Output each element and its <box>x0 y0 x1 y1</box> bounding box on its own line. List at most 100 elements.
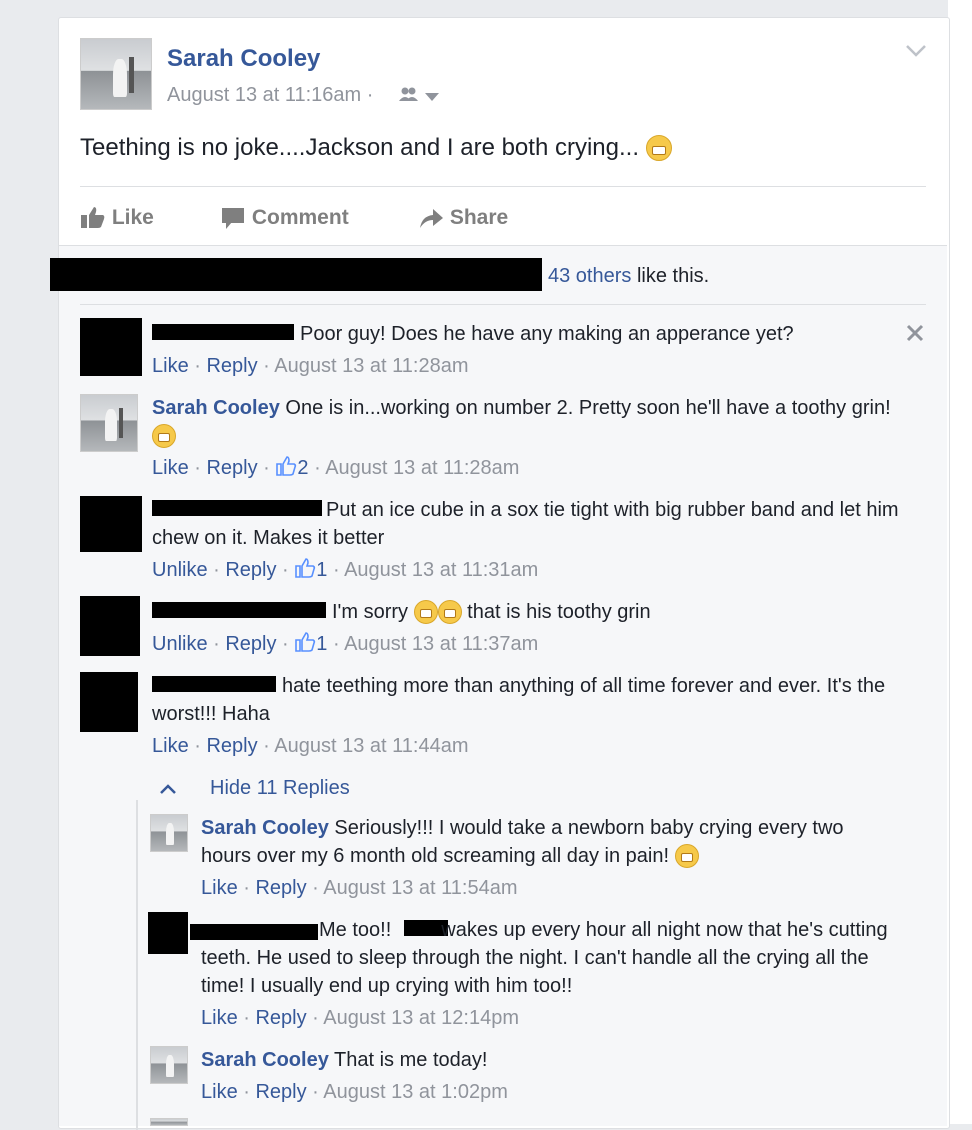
replies-thread-line <box>136 800 138 1130</box>
comment-time[interactable]: August 13 at 11:37am <box>344 633 538 655</box>
post-dot: · <box>366 84 374 106</box>
thumbs-up-outline-icon <box>276 456 297 476</box>
hide-replies-link[interactable]: Hide 11 Replies <box>210 774 350 802</box>
comment-like-count[interactable]: 1 <box>316 633 327 655</box>
comment-time[interactable]: August 13 at 11:31am <box>344 559 538 581</box>
commenter-avatar[interactable] <box>80 394 138 452</box>
post-divider <box>80 186 926 187</box>
reply-avatar[interactable] <box>150 814 188 852</box>
thumbs-up-icon <box>81 207 105 228</box>
share-action-button[interactable]: Share <box>418 204 508 232</box>
post-text: Teething is no joke....Jackson and I are… <box>80 132 672 164</box>
reply-meta: Like · Reply · August 13 at 11:54am <box>201 877 518 899</box>
reply-text: Me too!! <box>319 919 392 941</box>
chevron-up-icon[interactable] <box>158 782 178 796</box>
likes-divider <box>80 304 926 305</box>
share-arrow-icon <box>420 209 443 228</box>
comment-like-link[interactable]: Like <box>152 735 189 757</box>
reply-text: That is me today! <box>334 1049 488 1071</box>
comment-reply-link[interactable]: Reply <box>206 735 257 757</box>
commenter-avatar[interactable] <box>80 318 142 376</box>
post-timestamp[interactable]: August 13 at 11:16am · <box>167 82 373 108</box>
reply-body: Me too!! wakes up every hour all night no… <box>201 916 901 1000</box>
reply-avatar[interactable] <box>148 912 188 954</box>
crying-face-icon <box>645 135 672 161</box>
comment-like-link[interactable]: Like <box>152 355 189 377</box>
close-icon[interactable] <box>906 324 924 342</box>
commenter-avatar[interactable] <box>80 496 142 552</box>
reply-author-name[interactable]: Sarah Cooley <box>201 1049 329 1071</box>
comment-unlike-link[interactable]: Unlike <box>152 633 208 655</box>
comment-like-link[interactable]: Like <box>152 457 189 479</box>
page-right-edge <box>948 0 972 1124</box>
share-label[interactable]: Share <box>450 206 508 229</box>
reply-like-link[interactable]: Like <box>201 1007 238 1029</box>
grinning-face-icon <box>437 600 462 624</box>
post-message: Teething is no joke....Jackson and I are… <box>80 134 639 161</box>
reply-text-continued: wakes up every hour all night now that h… <box>201 919 888 997</box>
reply-time[interactable]: August 13 at 11:54am <box>323 877 517 899</box>
reply-avatar[interactable] <box>150 1046 188 1084</box>
comment-meta: Unlike · Reply · 1 · August 13 at 11:31a… <box>152 558 539 581</box>
commenter-name[interactable]: Sarah Cooley <box>152 397 280 419</box>
comment-meta: Unlike · Reply · 1 · August 13 at 11:37a… <box>152 632 539 655</box>
comment-reply-link[interactable]: Reply <box>225 559 276 581</box>
like-action-button[interactable]: Like <box>80 204 154 232</box>
comment-body: Sarah Cooley One is in...working on numb… <box>152 394 912 450</box>
comment-like-count[interactable]: 2 <box>297 457 308 479</box>
comment-reply-link[interactable]: Reply <box>206 355 257 377</box>
like-label[interactable]: Like <box>112 206 154 229</box>
comment-meta: Like · Reply · August 13 at 11:28am <box>152 355 469 377</box>
comment-text: I'm sorry <box>332 601 409 623</box>
reply-meta: Like · Reply · August 13 at 1:02pm <box>201 1081 508 1103</box>
comment-label[interactable]: Comment <box>252 206 349 229</box>
reply-time[interactable]: August 13 at 1:02pm <box>323 1081 508 1103</box>
comment-text: One is in...working on number 2. Pretty … <box>285 397 891 419</box>
audience-friends-icon[interactable] <box>398 86 442 104</box>
comment-meta: Like · Reply · August 13 at 11:44am <box>152 735 469 757</box>
reply-like-link[interactable]: Like <box>201 877 238 899</box>
thumbs-up-outline-icon <box>295 558 316 578</box>
reply-meta: Like · Reply · August 13 at 12:14pm <box>201 1007 519 1029</box>
reply-reply-link[interactable]: Reply <box>255 1007 306 1029</box>
commenter-name[interactable] <box>152 324 294 340</box>
comment-body: I'm sorry that is his toothy grin <box>332 598 651 626</box>
comment-like-count[interactable]: 1 <box>316 559 327 581</box>
likes-others-link[interactable]: 43 others <box>548 265 631 287</box>
likes-summary: 43 others like this. <box>548 262 709 290</box>
comment-time[interactable]: August 13 at 11:44am <box>274 735 468 757</box>
comment-time[interactable]: August 13 at 11:28am <box>325 457 519 479</box>
reply-reply-link[interactable]: Reply <box>255 877 306 899</box>
commenter-name[interactable] <box>152 602 326 618</box>
likes-suffix: like this. <box>636 265 710 287</box>
post-time[interactable]: August 13 at 11:16am <box>167 84 361 106</box>
reply-body: Sarah Cooley Seriously!!! I would take a… <box>201 814 881 870</box>
reply-reply-link[interactable]: Reply <box>255 1081 306 1103</box>
comment-bubble-icon <box>222 208 244 229</box>
crying-face-icon <box>674 844 699 868</box>
comment-meta: Like · Reply · 2 · August 13 at 11:28am <box>152 456 520 479</box>
redacted-liker-names <box>50 258 542 291</box>
comment-unlike-link[interactable]: Unlike <box>152 559 208 581</box>
reply-like-link[interactable]: Like <box>201 1081 238 1103</box>
grinning-face-icon <box>152 424 176 448</box>
post-author-name[interactable]: Sarah Cooley <box>167 44 320 74</box>
commenter-avatar[interactable] <box>80 672 138 732</box>
comment-action-button[interactable]: Comment <box>220 204 349 232</box>
reply-author-name[interactable]: Sarah Cooley <box>201 817 329 839</box>
thumbs-up-outline-icon <box>295 632 316 652</box>
comment-text-continued: that is his toothy grin <box>467 601 651 623</box>
comment-text: hate teething more than anything of all … <box>152 675 886 725</box>
reply-avatar[interactable] <box>150 1118 188 1126</box>
comment-text: Put an ice cube in a sox tie tight with … <box>152 499 899 549</box>
post-options-chevron-icon[interactable] <box>905 44 927 58</box>
comment-text: Poor guy! Does he have any making an app… <box>300 323 794 345</box>
comment-reply-link[interactable]: Reply <box>206 457 257 479</box>
commenter-avatar[interactable] <box>80 596 140 656</box>
author-avatar[interactable] <box>80 38 152 110</box>
comment-reply-link[interactable]: Reply <box>225 633 276 655</box>
reply-time[interactable]: August 13 at 12:14pm <box>323 1007 519 1029</box>
comment-time[interactable]: August 13 at 11:28am <box>274 355 468 377</box>
smirking-face-icon <box>413 600 438 624</box>
reply-body: Sarah Cooley That is me today! <box>201 1046 487 1074</box>
